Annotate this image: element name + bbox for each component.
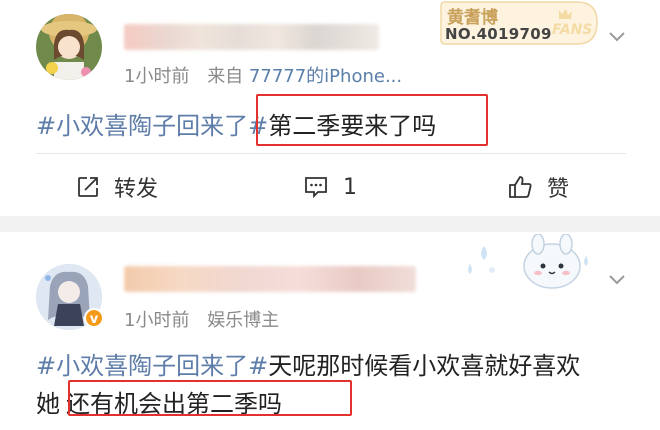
repost-button[interactable]: 转发 — [76, 167, 158, 207]
like-icon — [509, 176, 532, 198]
avatar[interactable] — [36, 14, 102, 80]
divider — [36, 153, 626, 154]
like-label: 赞 — [547, 177, 570, 202]
comment-icon — [305, 177, 327, 199]
hashtag-link[interactable]: #小欢喜陶子回来了# — [36, 112, 268, 140]
post-body-line1: #小欢喜陶子回来了#天呢那时候看小欢喜就好喜欢 — [36, 346, 580, 381]
comment-button[interactable]: 1 — [303, 167, 357, 207]
chevron-down-icon[interactable] — [607, 26, 627, 46]
hashtag-link[interactable]: #小欢喜陶子回来了# — [36, 352, 268, 380]
post-time: 1小时前 — [124, 66, 190, 87]
fan-badge[interactable]: 黄耆博 NO.4019709 FANS — [437, 0, 599, 46]
comment-count: 1 — [343, 174, 357, 200]
highlight-box — [256, 94, 488, 146]
highlight-box — [68, 380, 352, 416]
badge-number: NO.4019709 — [445, 25, 552, 43]
badge-fans-label: FANS — [552, 22, 593, 38]
action-bar: 转发 1 赞 — [0, 167, 660, 207]
weibo-post-2: v 1小时前 娱乐博主 #小欢喜陶子回来了#天呢那时候看小欢喜就好喜欢 她还有机… — [0, 232, 660, 430]
author-category: 娱乐博主 — [207, 310, 280, 331]
post-source-link[interactable]: 77777的iPhone... — [249, 66, 402, 87]
section-divider — [0, 216, 660, 232]
username-blurred[interactable] — [124, 266, 416, 292]
like-button[interactable]: 赞 — [507, 167, 569, 207]
post-time: 1小时前 — [124, 310, 190, 331]
repost-label: 转发 — [114, 177, 159, 202]
post-meta: 1小时前 来自 77777的iPhone... — [124, 62, 402, 88]
repost-icon — [78, 177, 98, 197]
post-text-line2-prefix: 她 — [36, 390, 60, 418]
post-meta: 1小时前 娱乐博主 — [124, 306, 279, 332]
chevron-down-icon[interactable] — [607, 269, 627, 289]
username-blurred[interactable] — [124, 24, 379, 50]
verified-icon: v — [84, 308, 104, 328]
rabbit-decoration-icon — [468, 234, 588, 289]
weibo-post-1: 1小时前 来自 77777的iPhone... 黄耆博 NO.4019709 F… — [0, 0, 660, 216]
source-prefix: 来自 — [207, 66, 244, 87]
post-text-line1: 天呢那时候看小欢喜就好喜欢 — [268, 352, 581, 380]
